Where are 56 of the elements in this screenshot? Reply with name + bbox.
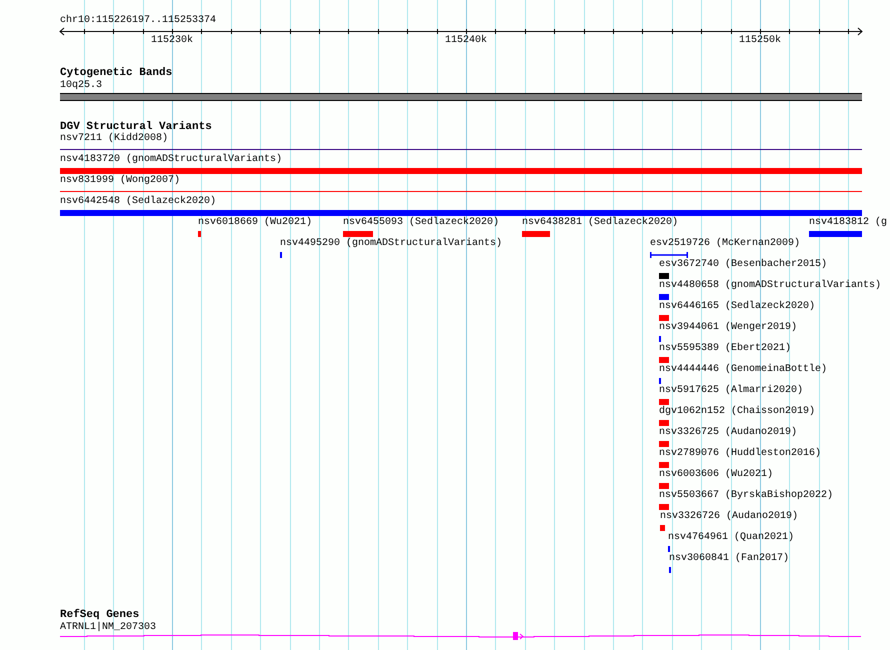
variant-label: nsv6455093 (Sedlazeck2020) [343,217,500,229]
variant-label: esv3672740 (Besenbacher2015) [659,259,828,271]
variant-bar[interactable] [198,231,201,237]
variant-label: nsv4444446 (GenomeinaBottle) [659,364,828,376]
variant-bar[interactable] [522,231,550,237]
cytoband-bar[interactable] [60,93,862,101]
variant-label: nsv5503667 (ByrskaBishop2022) [659,490,834,502]
variant-bar[interactable] [659,441,669,447]
track-title: DGV Structural Variants [60,121,212,133]
variant-label: nsv4495290 (gnomADStructuralVariants) [280,238,502,250]
variant-bar[interactable] [60,210,862,216]
variant-bar[interactable] [659,483,669,489]
track-title: RefSeq Genes [60,609,140,622]
variant-bar[interactable] [60,168,862,174]
variant-bar[interactable] [809,231,862,237]
ruler-label: 115230k [151,35,193,47]
variant-label: esv2519726 (McKernan2009) [650,238,800,250]
variant-bar[interactable] [659,399,669,405]
gene-model-drawing[interactable] [59,631,862,641]
variant-label: nsv6003606 (Wu2021) [659,469,774,481]
variant-line[interactable] [60,149,862,150]
region-range: chr10:115226197..115253374 [60,15,216,27]
variant-label: nsv5917625 (Almarri2020) [659,385,804,397]
variant-bar[interactable] [659,504,669,510]
variant-label: nsv3060841 (Fan2017) [669,553,790,565]
variant-label: nsv3326725 (Audano2019) [659,427,798,439]
variant-label: nsv4480658 (gnomADStructuralVariants) [659,280,882,292]
variant-label: nsv3326726 (Audano2019) [660,511,798,523]
variant-bar[interactable] [343,231,373,237]
variant-bar[interactable] [659,294,669,300]
variant-label: nsv4183812 (g [809,217,888,229]
variant-label: nsv6438281 (Sedlazeck2020) [522,217,678,229]
variant-line[interactable] [60,191,862,192]
variant-bar[interactable] [659,462,669,468]
variant-label: nsv831999 (Wong2007) [60,175,180,187]
variant-label: nsv5595389 (Ebert2021) [659,343,792,355]
variant-label: dgv1062n152 (Chaisson2019) [659,406,816,418]
variant-label: nsv4183720 (gnomADStructuralVariants) [60,154,282,166]
variant-bar[interactable] [659,420,669,426]
variant-label: nsv4764961 (Quan2021) [668,532,794,544]
variant-label: nsv6446165 (Sedlazeck2020) [659,301,816,313]
band-label: 10q25.3 [60,80,102,92]
ruler-label: 115240k [445,35,487,47]
variant-label: nsv3944061 (Wenger2019) [659,322,798,334]
variant-label: nsv6018669 (Wu2021) [198,217,312,229]
variant-label: nsv2789076 (Huddleston2016) [659,448,822,460]
variant-interval[interactable] [650,252,688,258]
variant-label: nsv6442548 (Sedlazeck2020) [60,196,216,208]
variant-bar[interactable] [659,357,669,363]
gene-label: ATRNL1|NM_207303 [60,622,156,634]
track-title: Cytogenetic Bands [60,67,172,80]
variant-bar[interactable] [659,273,669,279]
variant-bar[interactable] [659,315,669,321]
variant-label: nsv7211 (Kidd2008) [60,133,168,145]
variant-bar[interactable] [660,525,665,531]
ruler-label: 115250k [739,35,781,47]
